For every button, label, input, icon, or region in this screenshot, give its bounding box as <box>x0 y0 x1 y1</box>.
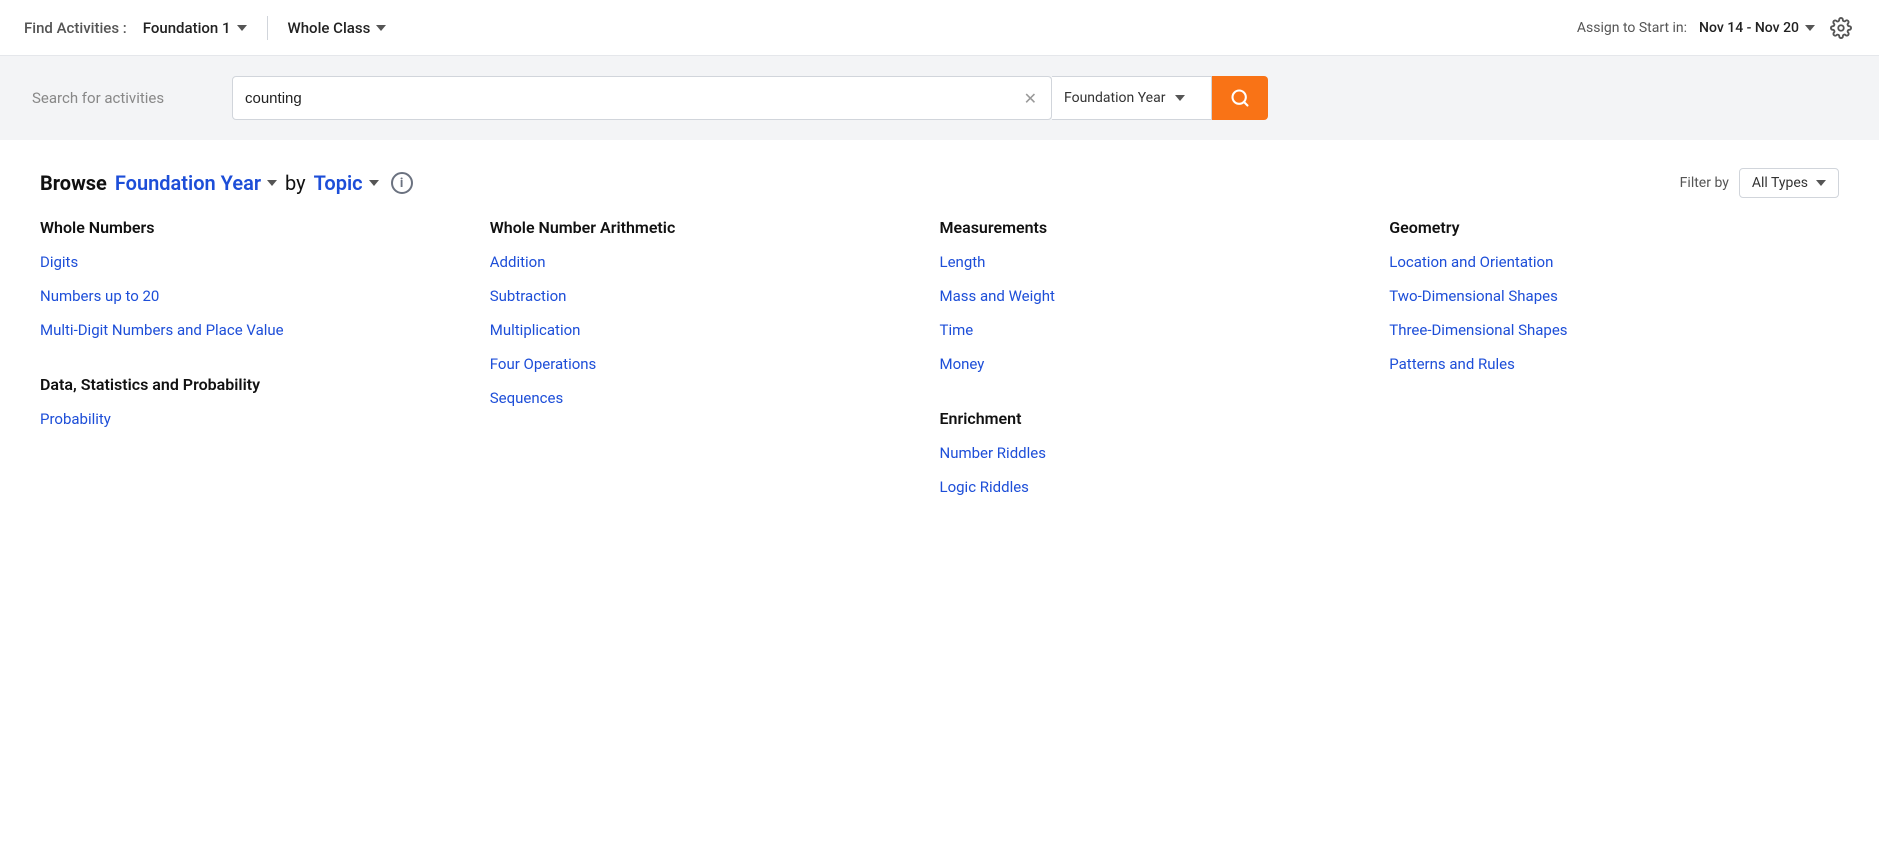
topic-link-0-0-0[interactable]: Digits <box>40 253 470 271</box>
browse-year-label: Foundation Year <box>115 171 261 195</box>
browse-filter-area: Filter by All Types <box>1680 168 1839 198</box>
search-button[interactable] <box>1212 76 1268 120</box>
browse-title: Browse <box>40 171 107 195</box>
browse-controls: Browse Foundation Year by Topic i <box>40 171 413 195</box>
topic-section-title-1-0: Whole Number Arithmetic <box>490 218 920 237</box>
topic-column-3: Geometry Location and Orientation Two-Dime… <box>1389 218 1839 532</box>
header-right: Assign to Start in: Nov 14 - Nov 20 <box>1577 14 1855 42</box>
topic-link-2-1-1[interactable]: Logic Riddles <box>940 478 1370 496</box>
year-filter-dropdown[interactable]: Foundation Year <box>1052 76 1212 120</box>
clear-search-button[interactable]: ✕ <box>1022 87 1039 110</box>
filter-by-label: Filter by <box>1680 175 1729 191</box>
browse-header: Browse Foundation Year by Topic i Filter… <box>0 140 1879 218</box>
class-dropdown[interactable]: Whole Class <box>280 15 395 41</box>
topic-link-1-0-4[interactable]: Sequences <box>490 389 920 407</box>
date-range-value: Nov 14 - Nov 20 <box>1699 20 1799 36</box>
class-dropdown-label: Whole Class <box>288 19 371 37</box>
topic-link-3-0-3[interactable]: Patterns and Rules <box>1389 355 1819 373</box>
find-activities-label: Find Activities : <box>24 19 127 37</box>
settings-button[interactable] <box>1827 14 1855 42</box>
foundation-dropdown[interactable]: Foundation 1 <box>135 15 255 41</box>
topic-column-0: Whole Numbers Digits Numbers up to 20 Multi… <box>40 218 490 532</box>
foundation-dropdown-label: Foundation 1 <box>143 19 231 37</box>
search-icon <box>1230 88 1250 108</box>
topic-link-1-0-3[interactable]: Four Operations <box>490 355 920 373</box>
topic-link-1-0-1[interactable]: Subtraction <box>490 287 920 305</box>
year-filter-chevron-icon <box>1175 95 1185 101</box>
topic-section-3-0: Geometry Location and Orientation Two-Dime… <box>1389 218 1819 373</box>
search-area: Search for activities ✕ Foundation Year <box>0 56 1879 140</box>
topic-section-title-0-0: Whole Numbers <box>40 218 470 237</box>
filter-type-chevron-icon <box>1816 180 1826 186</box>
browse-year-dropdown[interactable]: Foundation Year <box>115 171 277 195</box>
year-filter-label: Foundation Year <box>1064 90 1165 106</box>
topic-column-1: Whole Number Arithmetic Addition Subtracti… <box>490 218 940 532</box>
topic-link-2-0-3[interactable]: Money <box>940 355 1370 373</box>
topic-link-3-0-2[interactable]: Three-Dimensional Shapes <box>1389 321 1819 339</box>
search-label: Search for activities <box>32 89 232 107</box>
topic-section-0-1: Data, Statistics and Probability Probabil… <box>40 375 470 428</box>
browse-year-chevron-icon <box>267 180 277 186</box>
topic-link-2-0-1[interactable]: Mass and Weight <box>940 287 1370 305</box>
topic-link-1-0-0[interactable]: Addition <box>490 253 920 271</box>
topic-link-3-0-0[interactable]: Location and Orientation <box>1389 253 1819 271</box>
header: Find Activities : Foundation 1 Whole Cla… <box>0 0 1879 56</box>
search-input-wrapper: ✕ <box>232 76 1052 120</box>
topic-link-2-1-0[interactable]: Number Riddles <box>940 444 1370 462</box>
browse-topic-dropdown[interactable]: Topic <box>314 171 379 195</box>
browse-by-label: by <box>285 171 306 195</box>
browse-topic-chevron-icon <box>369 180 379 186</box>
search-input[interactable] <box>245 90 1022 107</box>
header-divider-1 <box>267 16 268 40</box>
class-chevron-icon <box>376 25 386 31</box>
assign-label: Assign to Start in: <box>1577 20 1687 36</box>
topic-section-2-1: Enrichment Number Riddles Logic Riddles <box>940 409 1370 496</box>
topic-column-2: Measurements Length Mass and Weight Time Mon… <box>940 218 1390 532</box>
topic-section-0-0: Whole Numbers Digits Numbers up to 20 Multi… <box>40 218 470 339</box>
topic-link-3-0-1[interactable]: Two-Dimensional Shapes <box>1389 287 1819 305</box>
topic-section-1-0: Whole Number Arithmetic Addition Subtracti… <box>490 218 920 407</box>
browse-topic-label: Topic <box>314 171 363 195</box>
topic-link-0-0-1[interactable]: Numbers up to 20 <box>40 287 470 305</box>
topic-section-title-2-1: Enrichment <box>940 409 1370 428</box>
topic-section-title-2-0: Measurements <box>940 218 1370 237</box>
topic-grid: Whole Numbers Digits Numbers up to 20 Multi… <box>0 218 1879 572</box>
topic-section-2-0: Measurements Length Mass and Weight Time Mon… <box>940 218 1370 373</box>
date-range-chevron-icon <box>1805 25 1815 31</box>
topic-link-0-1-0[interactable]: Probability <box>40 410 470 428</box>
date-range-dropdown[interactable]: Nov 14 - Nov 20 <box>1699 20 1815 36</box>
topic-section-title-0-1: Data, Statistics and Probability <box>40 375 470 394</box>
foundation-chevron-icon <box>237 25 247 31</box>
topic-link-0-0-2[interactable]: Multi-Digit Numbers and Place Value <box>40 321 470 339</box>
info-button[interactable]: i <box>391 172 413 194</box>
topic-link-2-0-0[interactable]: Length <box>940 253 1370 271</box>
filter-type-value: All Types <box>1752 175 1808 191</box>
topic-link-1-0-2[interactable]: Multiplication <box>490 321 920 339</box>
header-left: Find Activities : Foundation 1 Whole Cla… <box>24 15 394 41</box>
topic-link-2-0-2[interactable]: Time <box>940 321 1370 339</box>
filter-type-dropdown[interactable]: All Types <box>1739 168 1839 198</box>
topic-section-title-3-0: Geometry <box>1389 218 1819 237</box>
